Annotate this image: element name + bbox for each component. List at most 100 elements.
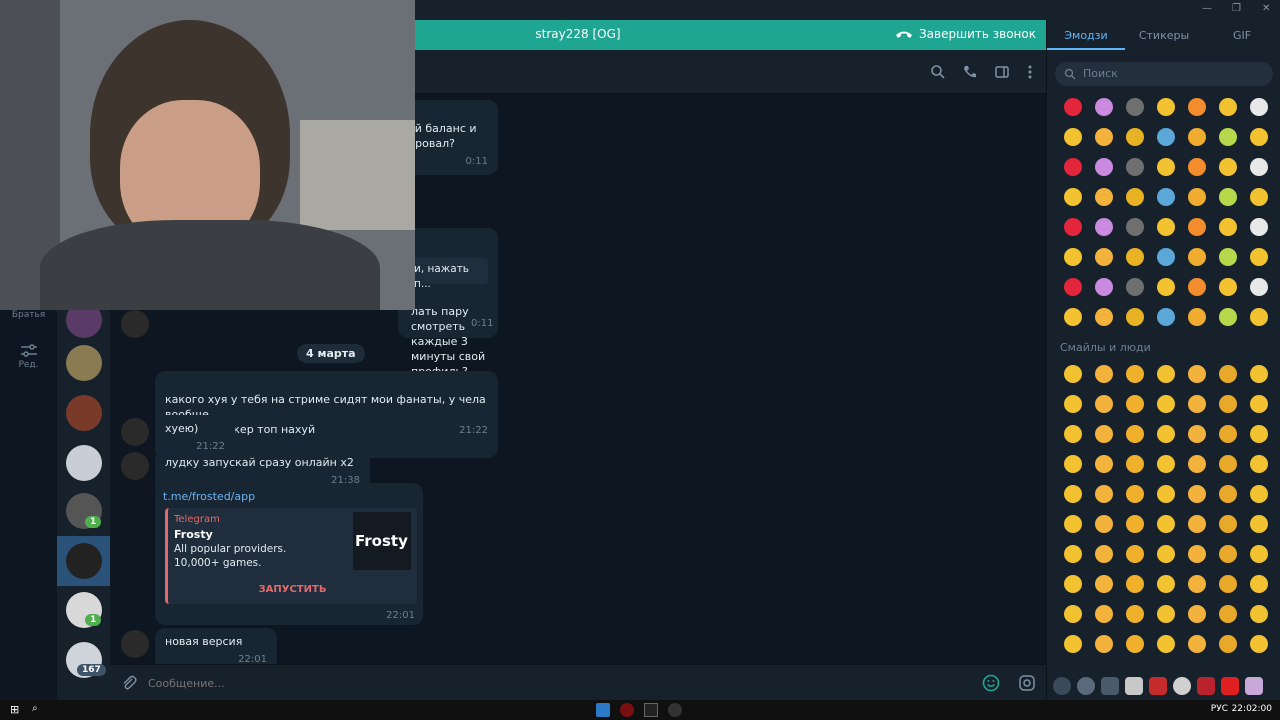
emoji-item[interactable]: [1218, 485, 1237, 503]
emoji-item[interactable]: [1094, 365, 1113, 383]
emoji-item[interactable]: [1063, 395, 1082, 413]
emoji-item[interactable]: [1187, 188, 1206, 206]
emoji-item[interactable]: [1125, 545, 1144, 563]
sender-avatar[interactable]: [121, 418, 149, 446]
emoji-item[interactable]: [1063, 98, 1082, 116]
attach-icon[interactable]: [120, 674, 138, 692]
clock[interactable]: 22:02:00: [1232, 704, 1272, 714]
emoji-item[interactable]: [1156, 395, 1175, 413]
emoji-item[interactable]: [1094, 575, 1113, 593]
tab-stickers[interactable]: Стикеры: [1125, 20, 1203, 50]
emoji-item[interactable]: [1125, 485, 1144, 503]
emoji-item[interactable]: [1063, 425, 1082, 443]
emoji-item[interactable]: [1249, 128, 1268, 146]
tab-gif[interactable]: GIF: [1203, 20, 1280, 50]
emoji-item[interactable]: [1063, 248, 1082, 266]
emoji-item[interactable]: [1249, 605, 1268, 623]
emoji-item[interactable]: [1063, 188, 1082, 206]
emoji-item[interactable]: [1094, 218, 1113, 236]
emoji-item[interactable]: [1156, 278, 1175, 296]
app-taskbar-icon[interactable]: [644, 703, 658, 717]
emoji-item[interactable]: [1249, 98, 1268, 116]
emoji-item[interactable]: [1063, 158, 1082, 176]
video-message-icon[interactable]: [1018, 674, 1036, 692]
end-call-button[interactable]: Завершить звонок: [895, 27, 1036, 41]
emoji-item[interactable]: [1156, 635, 1175, 653]
emoji-item[interactable]: [1187, 395, 1206, 413]
pack-icon[interactable]: [1125, 677, 1143, 695]
emoji-item[interactable]: [1094, 605, 1113, 623]
smile-category-icon[interactable]: [1077, 677, 1095, 695]
emoji-item[interactable]: [1156, 485, 1175, 503]
emoji-item[interactable]: [1094, 188, 1113, 206]
emoji-item[interactable]: [1218, 545, 1237, 563]
emoji-item[interactable]: [1187, 278, 1206, 296]
emoji-item[interactable]: [1063, 485, 1082, 503]
emoji-item[interactable]: [1156, 248, 1175, 266]
emoji-item[interactable]: [1094, 515, 1113, 533]
emoji-item[interactable]: [1063, 635, 1082, 653]
pack-icon[interactable]: [1197, 677, 1215, 695]
close-icon[interactable]: ✕: [1262, 3, 1270, 14]
chat-avatar[interactable]: [66, 345, 102, 381]
emoji-item[interactable]: [1187, 545, 1206, 563]
emoji-item[interactable]: [1063, 455, 1082, 473]
telegram-taskbar-icon[interactable]: [596, 703, 610, 717]
emoji-item[interactable]: [1187, 635, 1206, 653]
emoji-item[interactable]: [1156, 575, 1175, 593]
emoji-item[interactable]: [1063, 128, 1082, 146]
emoji-item[interactable]: [1218, 98, 1237, 116]
emoji-item[interactable]: [1094, 128, 1113, 146]
search-icon[interactable]: [930, 64, 946, 80]
emoji-item[interactable]: [1249, 188, 1268, 206]
emoji-item[interactable]: [1156, 515, 1175, 533]
emoji-item[interactable]: [1218, 218, 1237, 236]
phone-icon[interactable]: [962, 64, 978, 80]
search-icon[interactable]: ⌕: [32, 703, 46, 717]
emoji-item[interactable]: [1187, 575, 1206, 593]
emoji-item[interactable]: [1218, 425, 1237, 443]
emoji-item[interactable]: [1156, 98, 1175, 116]
emoji-item[interactable]: [1125, 158, 1144, 176]
emoji-item[interactable]: [1187, 365, 1206, 383]
emoji-item[interactable]: [1249, 515, 1268, 533]
emoji-item[interactable]: [1125, 635, 1144, 653]
pack-icon[interactable]: [1101, 677, 1119, 695]
message-input[interactable]: [148, 674, 968, 692]
emoji-item[interactable]: [1125, 218, 1144, 236]
emoji-item[interactable]: [1218, 158, 1237, 176]
emoji-item[interactable]: [1156, 365, 1175, 383]
emoji-item[interactable]: [1063, 605, 1082, 623]
emoji-item[interactable]: [1156, 188, 1175, 206]
pack-icon[interactable]: [1221, 677, 1239, 695]
obs-taskbar-icon[interactable]: [668, 703, 682, 717]
emoji-item[interactable]: [1249, 455, 1268, 473]
chat-avatar[interactable]: [66, 445, 102, 481]
emoji-item[interactable]: [1156, 455, 1175, 473]
emoji-item[interactable]: [1094, 485, 1113, 503]
emoji-search-input[interactable]: Поиск: [1055, 62, 1273, 86]
emoji-item[interactable]: [1249, 545, 1268, 563]
emoji-item[interactable]: [1249, 635, 1268, 653]
sender-avatar[interactable]: [121, 310, 149, 338]
tab-emoji[interactable]: Эмодзи: [1047, 20, 1125, 50]
emoji-item[interactable]: [1063, 308, 1082, 326]
link-message[interactable]: t.me/frosted/app Telegram Frosty All pop…: [155, 483, 423, 625]
emoji-item[interactable]: [1125, 365, 1144, 383]
emoji-item[interactable]: [1125, 605, 1144, 623]
pack-icon[interactable]: [1173, 677, 1191, 695]
emoji-item[interactable]: [1094, 425, 1113, 443]
emoji-item[interactable]: [1218, 365, 1237, 383]
emoji-item[interactable]: [1249, 158, 1268, 176]
emoji-item[interactable]: [1063, 515, 1082, 533]
emoji-item[interactable]: [1187, 605, 1206, 623]
sidebar-toggle-icon[interactable]: [994, 64, 1010, 80]
link-preview[interactable]: Telegram Frosty All popular providers. 1…: [165, 508, 417, 604]
folder-brothers[interactable]: Братья: [0, 310, 57, 320]
emoji-item[interactable]: [1218, 455, 1237, 473]
emoji-item[interactable]: [1249, 308, 1268, 326]
emoji-item[interactable]: [1063, 278, 1082, 296]
emoji-item[interactable]: [1094, 98, 1113, 116]
emoji-item[interactable]: [1187, 485, 1206, 503]
launch-button[interactable]: ЗАПУСТИТЬ: [168, 584, 417, 595]
